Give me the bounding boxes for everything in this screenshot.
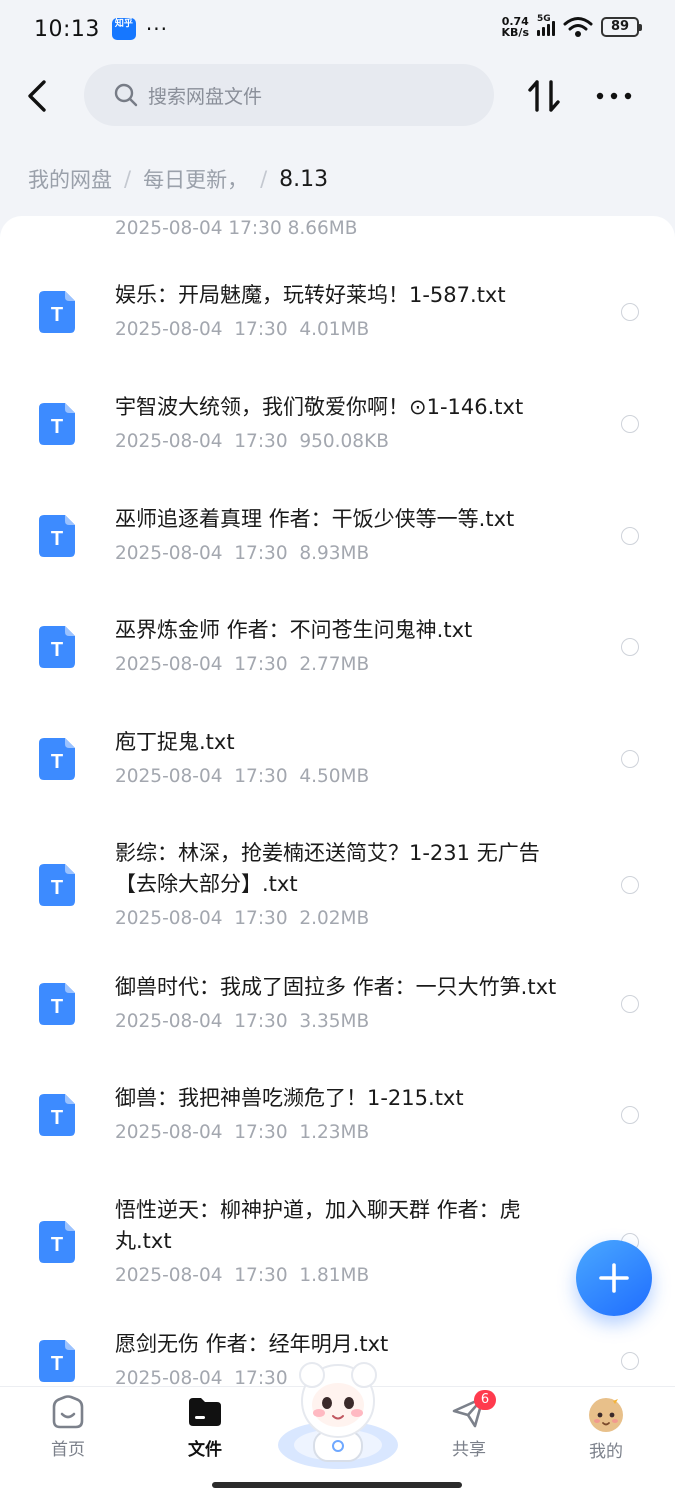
- select-checkbox[interactable]: [621, 750, 639, 768]
- txt-file-icon: T: [39, 291, 75, 333]
- select-checkbox[interactable]: [621, 527, 639, 545]
- header: 搜索网盘文件: [0, 64, 675, 128]
- nav-files[interactable]: 文件: [160, 1393, 250, 1460]
- txt-file-icon: T: [39, 864, 75, 906]
- file-row[interactable]: T 巫师追逐着真理 作者：干饭少侠等一等.txt 2025-08-04 17:30 …: [0, 504, 675, 567]
- nav-mine[interactable]: 我的: [561, 1393, 651, 1462]
- svg-text:T: T: [51, 996, 63, 1018]
- file-meta: 2025-08-04 17:30: [115, 1368, 288, 1386]
- assistant-mascot-icon[interactable]: [276, 1353, 400, 1477]
- search-input[interactable]: 搜索网盘文件: [84, 64, 494, 126]
- network-speed: 0.74 KB/s: [501, 15, 529, 39]
- select-checkbox[interactable]: [621, 638, 639, 656]
- svg-text:T: T: [51, 416, 63, 438]
- file-meta: 2025-08-04 17:30 4.01MB: [115, 319, 370, 340]
- file-meta: 2025-08-04 17:30 3.35MB: [115, 1011, 370, 1032]
- avatar-icon: [589, 1396, 623, 1432]
- file-name: 御兽：我把神兽吃濒危了！1-215.txt: [115, 1086, 464, 1110]
- svg-text:T: T: [51, 1234, 63, 1256]
- breadcrumb-separator: /: [124, 167, 132, 191]
- select-checkbox[interactable]: [621, 995, 639, 1013]
- breadcrumb: 我的网盘 / 每日更新， / 8.13: [28, 162, 328, 196]
- file-row[interactable]: T 御兽：我把神兽吃濒危了！1-215.txt 2025-08-04 17:30 1…: [0, 1083, 675, 1146]
- file-name: 巫师追逐着真理 作者：干饭少侠等一等.txt: [115, 507, 515, 531]
- txt-file-icon: T: [39, 626, 75, 668]
- nav-home[interactable]: 首页: [23, 1393, 113, 1460]
- add-button[interactable]: [576, 1240, 652, 1316]
- txt-file-icon: T: [39, 738, 75, 780]
- file-row[interactable]: T 影综：林深，抢姜楠还送简艾？1-231 无广告【去除大部分】.txt 2025-…: [0, 838, 675, 932]
- share-badge: 6: [474, 1390, 496, 1410]
- home-icon: [52, 1395, 84, 1429]
- select-checkbox[interactable]: [621, 876, 639, 894]
- file-row[interactable]: T 悟性逆天：柳神护道，加入聊天群 作者：虎丸.txt 2025-08-04 17:…: [0, 1195, 675, 1289]
- select-checkbox[interactable]: [621, 1352, 639, 1370]
- txt-file-icon: T: [39, 983, 75, 1025]
- svg-text:T: T: [51, 304, 63, 326]
- select-checkbox[interactable]: [621, 415, 639, 433]
- svg-text:T: T: [51, 528, 63, 550]
- search-icon: [114, 83, 138, 107]
- nav-share[interactable]: 6 共享: [424, 1390, 514, 1460]
- partial-file-meta: 2025-08-04 17:30 8.66MB: [115, 218, 358, 239]
- file-meta: 2025-08-04 17:30 2.77MB: [115, 654, 370, 675]
- svg-text:T: T: [51, 877, 63, 899]
- status-indicators: 0.74 KB/s 5G 89: [501, 14, 642, 39]
- txt-file-icon: T: [39, 1094, 75, 1136]
- file-meta: 2025-08-04 17:30 2.02MB: [115, 908, 370, 929]
- file-meta: 2025-08-04 17:30 1.81MB: [115, 1265, 370, 1286]
- breadcrumb-parent[interactable]: 每日更新，: [143, 164, 248, 194]
- status-bar: 10:13 知乎 ··· 0.74 KB/s 5G 89: [0, 0, 675, 58]
- more-options-icon[interactable]: [594, 78, 634, 114]
- txt-file-icon: T: [39, 403, 75, 445]
- file-name: 庖丁捉鬼.txt: [115, 730, 235, 754]
- txt-file-icon: T: [39, 1221, 75, 1263]
- wifi-icon: [563, 17, 593, 37]
- svg-text:T: T: [51, 639, 63, 661]
- search-placeholder: 搜索网盘文件: [148, 85, 263, 108]
- file-name: 悟性逆天：柳神护道，加入聊天群 作者：虎丸.txt: [115, 1198, 521, 1253]
- select-checkbox[interactable]: [621, 303, 639, 321]
- file-meta: 2025-08-04 17:30 950.08KB: [115, 431, 389, 452]
- file-name: 御兽时代：我成了固拉多 作者：一只大竹笋.txt: [115, 975, 557, 999]
- file-meta: 2025-08-04 17:30 4.50MB: [115, 766, 370, 787]
- file-meta: 2025-08-04 17:30 8.93MB: [115, 543, 370, 564]
- battery-indicator: 89: [601, 17, 642, 37]
- svg-text:T: T: [51, 1107, 63, 1129]
- file-name: 巫界炼金师 作者：不问苍生问鬼神.txt: [115, 618, 473, 642]
- folder-icon: [189, 1398, 221, 1426]
- back-arrow-icon[interactable]: [22, 76, 56, 116]
- svg-text:T: T: [51, 751, 63, 773]
- breadcrumb-current: 8.13: [279, 166, 329, 192]
- cell-signal-icon: 5G: [537, 14, 555, 36]
- file-row[interactable]: T 巫界炼金师 作者：不问苍生问鬼神.txt 2025-08-04 17:30 2.…: [0, 615, 675, 678]
- svg-text:T: T: [51, 1353, 63, 1375]
- select-checkbox[interactable]: [621, 1106, 639, 1124]
- file-name: 宇智波大统领，我们敬爱你啊！⊙1-146.txt: [115, 395, 524, 419]
- breadcrumb-root[interactable]: 我的网盘: [28, 164, 112, 194]
- file-name: 娱乐：开局魅魔，玩转好莱坞！1-587.txt: [115, 283, 506, 307]
- file-name: 影综：林深，抢姜楠还送简艾？1-231 无广告【去除大部分】.txt: [115, 841, 540, 896]
- file-list: 2025-08-04 17:30 8.66MB T 娱乐：开局魅魔，玩转好莱坞！1…: [0, 216, 675, 1386]
- file-meta: 2025-08-04 17:30 1.23MB: [115, 1122, 370, 1143]
- txt-file-icon: T: [39, 515, 75, 557]
- file-row[interactable]: T 娱乐：开局魅魔，玩转好莱坞！1-587.txt 2025-08-04 17:30…: [0, 280, 675, 343]
- file-row[interactable]: T 宇智波大统领，我们敬爱你啊！⊙1-146.txt 2025-08-04 17:3…: [0, 392, 675, 455]
- status-time: 10:13: [34, 16, 100, 42]
- breadcrumb-separator: /: [260, 167, 268, 191]
- txt-file-icon: T: [39, 1340, 75, 1382]
- more-notifications-icon: ···: [145, 17, 168, 41]
- plus-icon: [599, 1263, 629, 1293]
- file-row[interactable]: T 御兽时代：我成了固拉多 作者：一只大竹笋.txt 2025-08-04 17:3…: [0, 972, 675, 1035]
- zhihu-notification-icon: 知乎: [111, 18, 136, 40]
- file-row[interactable]: T 庖丁捉鬼.txt 2025-08-04 17:30 4.50MB: [0, 727, 675, 790]
- home-indicator: [212, 1482, 462, 1488]
- sort-icon[interactable]: [526, 78, 562, 114]
